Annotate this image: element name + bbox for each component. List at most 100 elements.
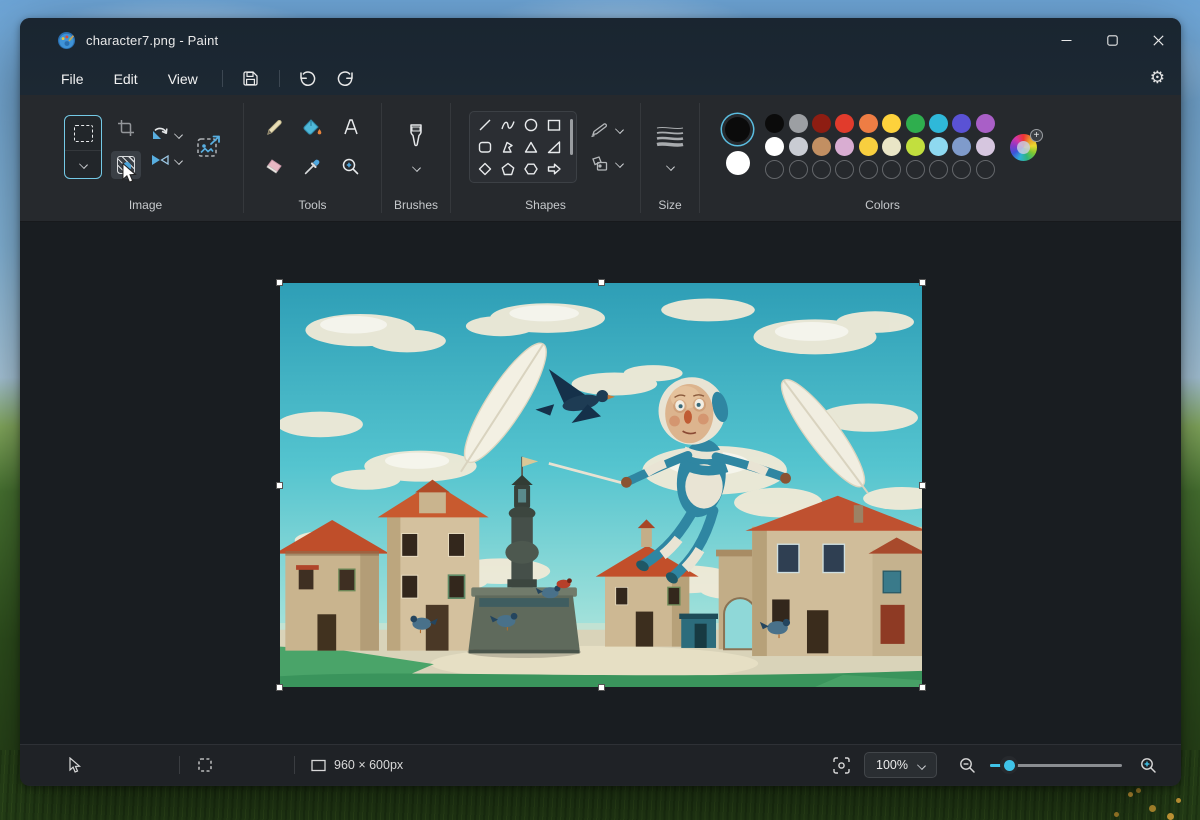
shape-rounded-rectangle-icon[interactable] [474,136,497,157]
selection-handle[interactable] [598,279,605,286]
menu-view[interactable]: View [153,67,213,91]
drawing-canvas[interactable] [280,283,922,687]
custom-color-slot[interactable] [812,160,831,179]
color-swatch[interactable] [765,137,784,156]
brushes-dropdown-chevron[interactable] [412,163,421,172]
shape-arrow-icon[interactable] [543,158,566,179]
zoom-in-button[interactable] [1140,757,1157,774]
color2-swatch[interactable] [726,151,750,175]
color-swatch[interactable] [789,137,808,156]
color-swatch[interactable] [976,137,995,156]
selection-handle[interactable] [276,684,283,691]
custom-color-slot[interactable] [906,160,925,179]
shape-rectangle-icon[interactable] [543,114,566,135]
custom-color-slot[interactable] [765,160,784,179]
flip-icon [150,152,170,168]
menu-edit[interactable]: Edit [99,67,153,91]
color-swatch[interactable] [906,114,925,133]
undo-button[interactable] [293,66,323,92]
crop-button[interactable] [111,114,141,142]
custom-color-slot[interactable] [859,160,878,179]
selection-handle[interactable] [276,279,283,286]
rotate-button[interactable] [150,125,182,143]
color-swatch[interactable] [835,114,854,133]
color-swatch[interactable] [882,114,901,133]
selection-handle[interactable] [276,482,283,489]
menu-file[interactable]: File [46,67,99,91]
custom-color-slot[interactable] [789,160,808,179]
color-swatch[interactable] [859,114,878,133]
edit-colors-button[interactable]: + [1010,131,1040,161]
shape-outline-button[interactable] [589,121,623,139]
color1-swatch[interactable] [725,117,750,142]
brushes-button[interactable] [407,123,425,154]
paint-app-icon [57,31,76,50]
maximize-button[interactable] [1089,18,1135,62]
selection-size-icon [198,758,212,772]
shapes-gallery[interactable] [469,111,577,183]
color-swatch[interactable] [952,137,971,156]
custom-color-slot[interactable] [835,160,854,179]
pencil-tool-button[interactable] [257,109,293,146]
color-swatch[interactable] [812,137,831,156]
color-swatch[interactable] [882,137,901,156]
shape-pentagon-icon[interactable] [497,158,520,179]
size-button[interactable] [655,124,685,153]
flip-button[interactable] [150,152,182,168]
minimize-button[interactable] [1043,18,1089,62]
shape-line-icon[interactable] [474,114,497,135]
color-swatch[interactable] [906,137,925,156]
color-swatch[interactable] [765,114,784,133]
shape-fill-button[interactable] [589,155,623,173]
selection-dropdown[interactable] [65,150,101,178]
ribbon-toolbar: Image [20,95,1181,222]
shapes-scrollbar[interactable] [570,119,573,155]
menubar-separator [222,70,223,87]
selection-handle[interactable] [919,279,926,286]
color-swatch[interactable] [812,114,831,133]
pointer-icon [68,757,81,773]
shape-polygon-icon[interactable] [497,136,520,157]
color-swatch[interactable] [835,137,854,156]
color-swatch[interactable] [929,137,948,156]
text-tool-button[interactable] [333,109,369,146]
selection-handle[interactable] [598,684,605,691]
fill-tool-button[interactable] [295,109,331,146]
eraser-tool-button[interactable] [257,148,293,185]
zoom-level-dropdown[interactable]: 100% [864,752,937,778]
shape-diamond-icon[interactable] [474,158,497,179]
fit-to-screen-button[interactable] [833,757,850,774]
custom-color-slot[interactable] [952,160,971,179]
redo-button[interactable] [331,66,361,92]
magnifier-tool-button[interactable] [333,148,369,185]
resize-image-button[interactable] [191,129,227,165]
selection-tool-button[interactable] [64,115,102,179]
save-button[interactable] [236,66,266,92]
custom-color-slot[interactable] [882,160,901,179]
settings-gear-icon[interactable]: ⚙ [1150,70,1165,87]
remove-background-button[interactable] [111,151,141,179]
close-button[interactable] [1135,18,1181,62]
color-swatch[interactable] [789,114,808,133]
color-swatch[interactable] [859,137,878,156]
group-label-shapes: Shapes [525,198,566,212]
size-dropdown-chevron[interactable] [666,162,675,171]
color-swatch[interactable] [976,114,995,133]
custom-color-slot[interactable] [929,160,948,179]
window-title: character7.png - Paint [86,33,218,48]
selection-handle[interactable] [919,684,926,691]
zoom-out-button[interactable] [959,757,976,774]
selection-handle[interactable] [919,482,926,489]
shape-ellipse-icon[interactable] [520,114,543,135]
shape-curve-icon[interactable] [497,114,520,135]
color-swatch[interactable] [952,114,971,133]
zoom-slider-thumb[interactable] [1000,756,1018,774]
zoom-slider[interactable] [990,755,1122,775]
custom-color-slot[interactable] [976,160,995,179]
titlebar[interactable]: character7.png - Paint [20,18,1181,62]
color-picker-tool-button[interactable] [295,148,331,185]
shape-hexagon-icon[interactable] [520,158,543,179]
color-swatch[interactable] [929,114,948,133]
shape-triangle-icon[interactable] [520,136,543,157]
shape-right-triangle-icon[interactable] [543,136,566,157]
